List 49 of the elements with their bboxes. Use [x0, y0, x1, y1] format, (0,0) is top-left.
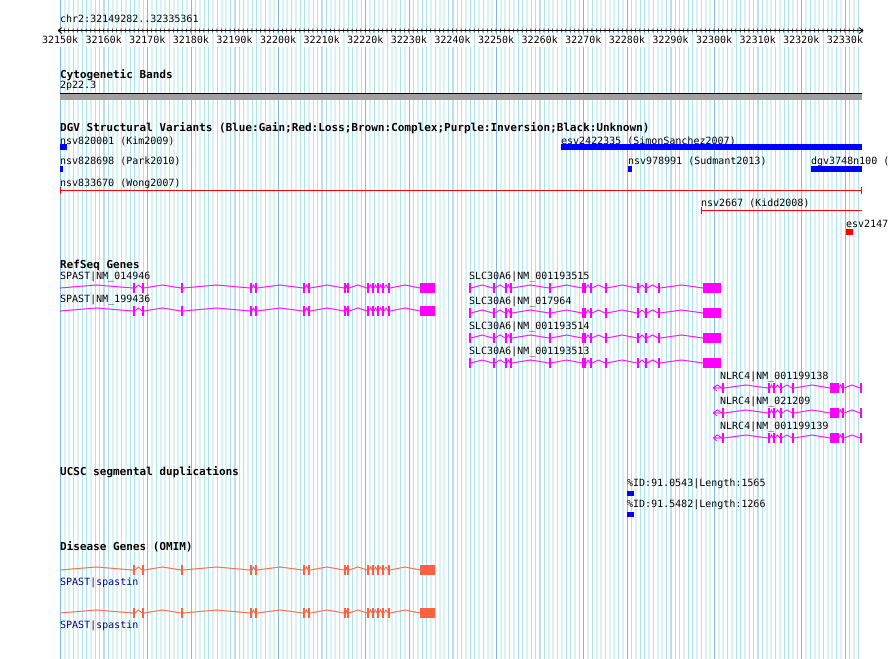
duplication-label: %ID:91.5482|Length:1266: [627, 499, 766, 511]
gene-label: NLRC4|NM_001199139: [720, 421, 828, 433]
tick-label: 32180k: [172, 35, 209, 47]
gene-link[interactable]: SPAST|spastin: [60, 620, 138, 632]
tick-label: 32250k: [478, 35, 514, 47]
tick-label: 32150k: [42, 35, 78, 47]
track-title: Cytogenetic Bands: [60, 68, 173, 81]
tick-label: 32240k: [434, 35, 470, 47]
gene-link[interactable]: SPAST|spastin: [60, 577, 138, 589]
variant-label: nsv820001 (Kim2009): [60, 136, 174, 148]
variant-label: dgv3748n100 (: [811, 156, 890, 168]
gene-label: SLC30A6|NM_017964: [469, 296, 572, 308]
gene-label: NLRC4|NM_001199138: [720, 371, 828, 383]
gene-label: SLC30A6|NM_001193513: [469, 346, 590, 358]
variant-label: esv2422335 (SimonSanchez2007): [561, 136, 736, 148]
tick-label: 32160k: [86, 35, 122, 47]
tick-label: 32230k: [390, 35, 427, 47]
tick-label: 32260k: [522, 35, 558, 47]
gene-label: SPAST|NM_199436: [60, 294, 150, 306]
tick-label: 32320k: [783, 35, 820, 47]
tick-label: 32210k: [304, 35, 340, 47]
track-title: DGV Structural Variants (Blue:Gain;Red:Loss;Brown:Complex;Purple:Inversion;Black:Unknown): [60, 121, 650, 134]
gene-label: SLC30A6|NM_001193515: [469, 271, 590, 283]
track-title: RefSeq Genes: [60, 258, 140, 271]
band-label: 2p22.3: [60, 80, 96, 92]
track-title: Disease Genes (OMIM): [60, 540, 192, 553]
tick-label: 32280k: [608, 35, 645, 47]
variant-label: nsv2667 (Kidd2008): [701, 198, 810, 210]
variant-label: nsv833670 (Wong2007): [60, 178, 180, 190]
tick-label: 32310k: [740, 35, 776, 47]
tick-label: 32170k: [129, 35, 166, 47]
tick-label: 32190k: [216, 35, 252, 47]
tick-label: 32270k: [565, 35, 602, 47]
tick-label: 32330k: [826, 35, 863, 47]
duplication-bar: [627, 512, 634, 517]
track-title: UCSC segmental duplications: [60, 465, 239, 478]
duplication-label: %ID:91.0543|Length:1565: [627, 478, 766, 490]
variant-label: nsv978991 (Sudmant2013): [628, 156, 766, 168]
tick-label: 32300k: [696, 35, 732, 47]
location-label: chr2:32149282..32335361: [60, 14, 198, 26]
tick-label: 32200k: [260, 35, 296, 47]
gene-label: SPAST|NM_014946: [60, 271, 150, 283]
gene-label: NLRC4|NM_021209: [720, 396, 810, 408]
duplication-bar: [627, 491, 634, 496]
tick-label: 32290k: [652, 35, 688, 47]
tick-label: 32220k: [347, 35, 384, 47]
variant-label: esv2147: [846, 219, 888, 231]
variant-label: nsv828698 (Park2010): [60, 156, 180, 168]
gene-label: SLC30A6|NM_001193514: [469, 321, 590, 333]
